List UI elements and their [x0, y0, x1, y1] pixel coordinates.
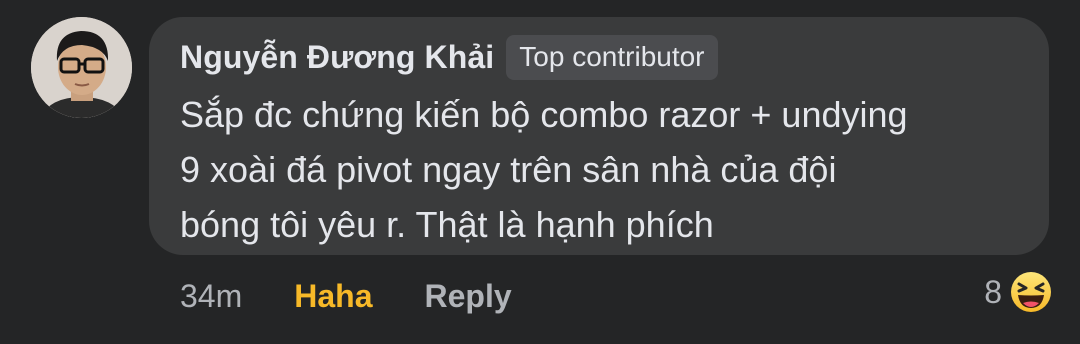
- top-contributor-badge: Top contributor: [506, 34, 718, 80]
- haha-reaction-button[interactable]: Haha: [294, 278, 372, 315]
- avatar-portrait-icon: [31, 17, 132, 118]
- comment-text: Sắp đc chứng kiến bộ combo razor + undyi…: [180, 94, 908, 245]
- avatar[interactable]: [31, 17, 132, 118]
- author-name[interactable]: Nguyễn Đương Khải: [180, 39, 494, 76]
- reaction-summary[interactable]: 8: [984, 270, 1052, 314]
- reaction-count: 8: [984, 273, 1002, 310]
- haha-emoji-icon: [1010, 271, 1052, 313]
- comment-timestamp[interactable]: 34m: [180, 278, 242, 315]
- reply-button[interactable]: Reply: [425, 278, 512, 315]
- comment-bubble: Nguyễn Đương Khải Top contributor Sắp đc…: [149, 17, 1049, 255]
- comment-actions: 34m Haha Reply: [180, 274, 512, 318]
- comment-thread-item: Nguyễn Đương Khải Top contributor Sắp đc…: [0, 0, 1080, 344]
- comment-header: Nguyễn Đương Khải Top contributor: [180, 34, 1019, 80]
